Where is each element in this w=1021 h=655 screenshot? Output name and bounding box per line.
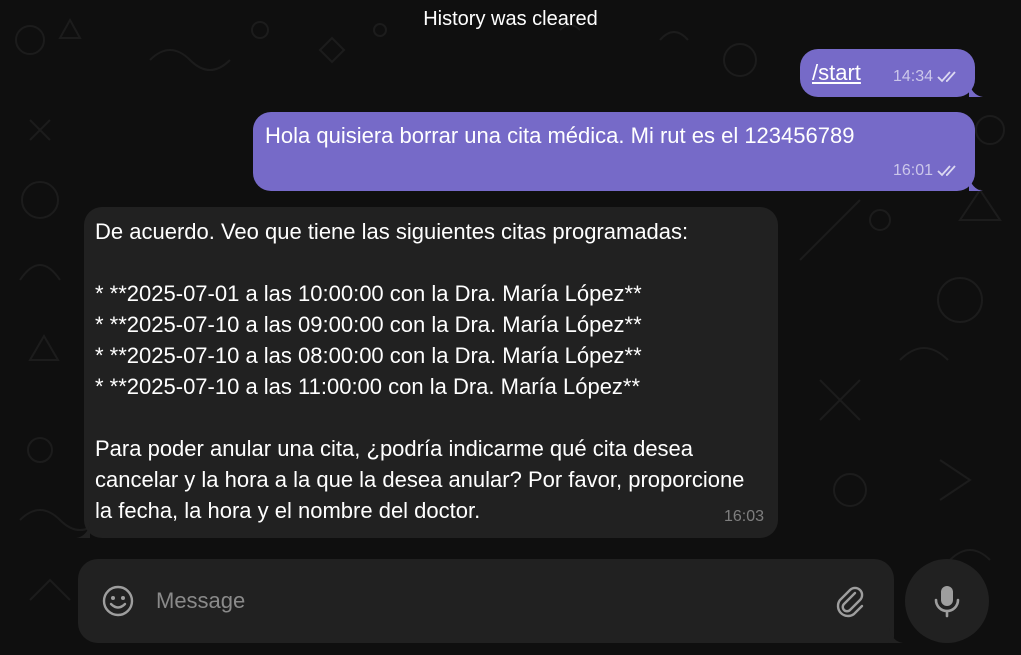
bubble-tail xyxy=(969,81,983,97)
message-time: 16:01 xyxy=(892,162,933,179)
bot-command-link[interactable]: /start xyxy=(812,60,861,85)
outgoing-message-start[interactable]: /start 14:34 xyxy=(800,49,983,97)
incoming-message-reply[interactable]: De acuerdo. Veo que tiene las siguientes… xyxy=(76,207,778,538)
paperclip-icon[interactable] xyxy=(832,583,868,619)
chat-window: History was cleared /start 14:34 Hola qu… xyxy=(0,0,1021,655)
microphone-icon xyxy=(934,586,960,618)
double-check-icon xyxy=(937,164,956,176)
voice-record-button[interactable] xyxy=(905,559,989,643)
message-composer xyxy=(78,559,903,643)
history-cleared-notice: History was cleared xyxy=(423,8,598,30)
outgoing-message-request[interactable]: Hola quisiera borrar una cita médica. Mi… xyxy=(253,112,983,191)
bubble-tail xyxy=(76,522,90,538)
message-text: De acuerdo. Veo que tiene las siguientes… xyxy=(95,219,745,523)
smile-icon[interactable] xyxy=(100,583,136,619)
message-time: 16:03 xyxy=(723,508,764,525)
message-text: Hola quisiera borrar una cita médica. Mi… xyxy=(265,123,855,148)
composer-tail xyxy=(889,627,903,643)
message-input[interactable] xyxy=(156,581,816,621)
bubble-tail xyxy=(969,175,983,191)
double-check-icon xyxy=(937,70,956,82)
message-time: 14:34 xyxy=(892,68,933,85)
